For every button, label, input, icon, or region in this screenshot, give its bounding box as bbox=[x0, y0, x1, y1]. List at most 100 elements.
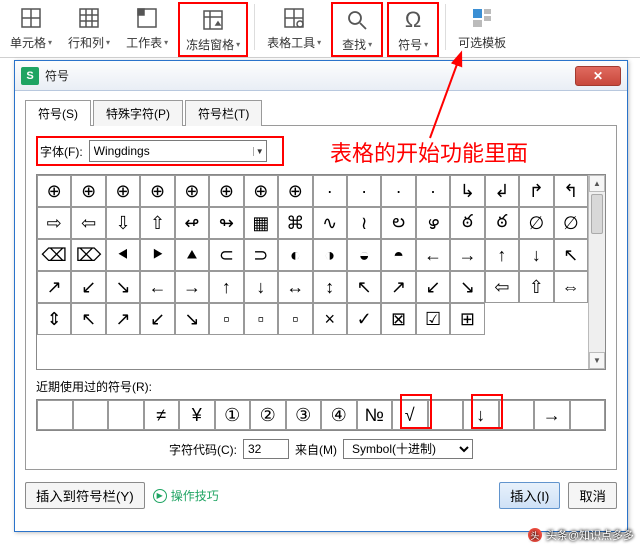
ribbon-symbol[interactable]: Ω 符号▾ bbox=[387, 2, 439, 57]
symbol-cell[interactable]: ◐ bbox=[278, 239, 312, 271]
symbol-cell[interactable]: ⇧ bbox=[140, 207, 174, 239]
symbol-cell[interactable]: ↓ bbox=[519, 239, 553, 271]
symbol-cell[interactable]: × bbox=[313, 303, 347, 335]
symbol-cell[interactable]: ✓ bbox=[347, 303, 381, 335]
dialog-titlebar[interactable]: S 符号 ✕ bbox=[15, 61, 627, 91]
recent-cell[interactable]: ↓ bbox=[463, 400, 499, 430]
symbol-cell[interactable]: ↰ bbox=[554, 175, 588, 207]
symbol-cell[interactable]: · bbox=[416, 175, 450, 207]
symbol-cell[interactable]: ↘ bbox=[175, 303, 209, 335]
symbol-cell[interactable]: ↗ bbox=[381, 271, 415, 303]
recent-cell[interactable]: ① bbox=[215, 400, 251, 430]
recent-cell[interactable]: ≠ bbox=[144, 400, 180, 430]
symbol-cell[interactable]: ↑ bbox=[485, 239, 519, 271]
scrollbar[interactable]: ▲ ▼ bbox=[588, 175, 605, 369]
symbol-cell[interactable]: ⊕ bbox=[71, 175, 105, 207]
close-button[interactable]: ✕ bbox=[575, 66, 621, 86]
symbol-cell[interactable]: ↕ bbox=[313, 271, 347, 303]
symbol-cell[interactable]: ⇕ bbox=[37, 303, 71, 335]
symbol-cell[interactable]: ← bbox=[140, 271, 174, 303]
recent-cell[interactable] bbox=[499, 400, 535, 430]
symbol-cell[interactable]: ↬ bbox=[209, 207, 243, 239]
symbol-cell[interactable]: ⊕ bbox=[175, 175, 209, 207]
from-select[interactable]: Symbol(十进制) bbox=[343, 439, 473, 459]
symbol-cell[interactable]: ⊕ bbox=[278, 175, 312, 207]
recent-cell[interactable]: ③ bbox=[286, 400, 322, 430]
symbol-cell[interactable]: ⇦ bbox=[71, 207, 105, 239]
symbol-cell[interactable]: ⊕ bbox=[106, 175, 140, 207]
symbol-cell[interactable]: ↓ bbox=[244, 271, 278, 303]
ribbon-find[interactable]: 查找▾ bbox=[331, 2, 383, 57]
ribbon-freeze[interactable]: 冻结窗格▾ bbox=[178, 2, 248, 57]
symbol-cell[interactable]: ▫ bbox=[209, 303, 243, 335]
symbol-cell[interactable]: ↙ bbox=[140, 303, 174, 335]
symbol-cell[interactable]: ↖ bbox=[71, 303, 105, 335]
symbol-cell[interactable]: ⯇ bbox=[106, 239, 140, 271]
symbol-cell[interactable]: ↳ bbox=[450, 175, 484, 207]
symbol-cell[interactable]: ▦ bbox=[244, 207, 278, 239]
symbol-cell[interactable]: ⊞ bbox=[450, 303, 484, 335]
font-input[interactable] bbox=[90, 141, 253, 161]
symbol-cell[interactable]: ⊕ bbox=[244, 175, 278, 207]
symbol-cell[interactable]: ↑ bbox=[209, 271, 243, 303]
symbol-cell[interactable]: ⇧ bbox=[519, 271, 553, 303]
symbol-cell[interactable]: ⌦ bbox=[71, 239, 105, 271]
recent-cell[interactable]: → bbox=[534, 400, 570, 430]
symbol-cell[interactable]: ഴ bbox=[416, 207, 450, 239]
symbol-cell[interactable]: ↔ bbox=[278, 271, 312, 303]
recent-cell[interactable]: ④ bbox=[321, 400, 357, 430]
symbol-cell[interactable]: ⇨ bbox=[37, 207, 71, 239]
symbol-cell[interactable]: ◑ bbox=[313, 239, 347, 271]
ribbon-rowscols[interactable]: 行和列▾ bbox=[62, 2, 116, 53]
symbol-cell[interactable]: → bbox=[450, 239, 484, 271]
symbol-cell[interactable]: ↘ bbox=[106, 271, 140, 303]
symbol-cell[interactable]: ∅ bbox=[554, 207, 588, 239]
recent-cell[interactable] bbox=[73, 400, 109, 430]
symbol-cell[interactable]: · bbox=[381, 175, 415, 207]
symbol-cell[interactable]: ↱ bbox=[519, 175, 553, 207]
symbol-cell[interactable]: ⯈ bbox=[140, 239, 174, 271]
symbol-cell[interactable]: → bbox=[175, 271, 209, 303]
symbol-cell[interactable]: ↘ bbox=[450, 271, 484, 303]
symbol-cell[interactable]: ల bbox=[381, 207, 415, 239]
symbol-cell[interactable]: ⊃ bbox=[244, 239, 278, 271]
symbol-cell[interactable]: · bbox=[347, 175, 381, 207]
symbol-cell[interactable]: ↗ bbox=[37, 271, 71, 303]
symbol-cell[interactable]: ⊕ bbox=[140, 175, 174, 207]
symbol-cell[interactable]: ⇩ bbox=[106, 207, 140, 239]
symbol-cell[interactable]: ఠ bbox=[450, 207, 484, 239]
insert-button[interactable]: 插入(I) bbox=[499, 482, 560, 509]
symbol-cell[interactable]: ⯅ bbox=[175, 239, 209, 271]
tab-bar[interactable]: 符号栏(T) bbox=[185, 100, 262, 126]
symbol-cell[interactable]: · bbox=[313, 175, 347, 207]
symbol-cell[interactable]: ⇔ bbox=[554, 271, 588, 303]
symbol-cell[interactable]: ↙ bbox=[71, 271, 105, 303]
code-input[interactable] bbox=[243, 439, 289, 459]
tips-link[interactable]: ▶ 操作技巧 bbox=[153, 487, 219, 504]
symbol-cell[interactable]: ▫ bbox=[278, 303, 312, 335]
symbol-cell[interactable]: ⇦ bbox=[485, 271, 519, 303]
ribbon-worksheet[interactable]: 工作表▾ bbox=[120, 2, 174, 53]
symbol-cell[interactable]: ⊠ bbox=[381, 303, 415, 335]
symbol-cell[interactable]: ↖ bbox=[347, 271, 381, 303]
recent-cell[interactable]: √ bbox=[392, 400, 428, 430]
recent-cell[interactable] bbox=[108, 400, 144, 430]
symbol-cell[interactable]: ▫ bbox=[244, 303, 278, 335]
recent-cell[interactable]: ② bbox=[250, 400, 286, 430]
symbol-cell[interactable]: ◒ bbox=[347, 239, 381, 271]
insert-to-bar-button[interactable]: 插入到符号栏(Y) bbox=[25, 482, 145, 509]
ribbon-cells[interactable]: 单元格▾ bbox=[4, 2, 58, 53]
ribbon-tabletools[interactable]: 表格工具▾ bbox=[261, 2, 327, 53]
scroll-track[interactable] bbox=[589, 192, 605, 352]
symbol-cell[interactable]: ← bbox=[416, 239, 450, 271]
chevron-down-icon[interactable]: ▼ bbox=[253, 147, 266, 156]
font-combo[interactable]: ▼ bbox=[89, 140, 267, 162]
symbol-cell[interactable]: ⌘ bbox=[278, 207, 312, 239]
recent-cell[interactable] bbox=[570, 400, 606, 430]
tab-special[interactable]: 特殊字符(P) bbox=[93, 100, 183, 126]
recent-cell[interactable] bbox=[428, 400, 464, 430]
symbol-cell[interactable]: ≀ bbox=[347, 207, 381, 239]
symbol-cell[interactable]: ↙ bbox=[416, 271, 450, 303]
symbol-cell[interactable]: ⊂ bbox=[209, 239, 243, 271]
symbol-cell[interactable]: ↲ bbox=[485, 175, 519, 207]
